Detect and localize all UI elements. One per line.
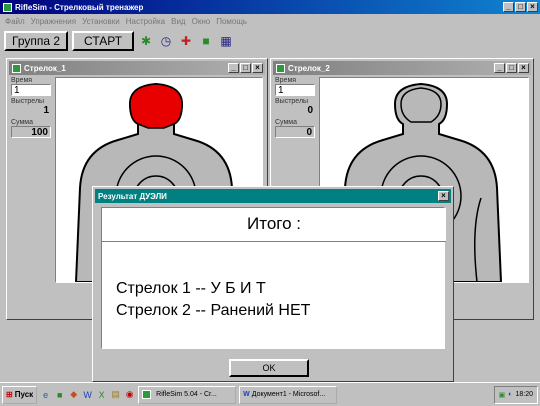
app-icon bbox=[142, 390, 152, 399]
time-field[interactable]: 1 bbox=[11, 84, 51, 96]
menu-help[interactable]: Помощь bbox=[216, 17, 247, 26]
window-icon bbox=[12, 63, 21, 73]
windows-logo-icon: ⊞ bbox=[6, 390, 13, 399]
group-button[interactable]: Группа 2 bbox=[4, 31, 69, 51]
menu-settings[interactable]: Установки bbox=[82, 17, 120, 26]
time-label: Время bbox=[11, 77, 33, 84]
duel-result-dialog: Результат ДУЭЛИ × Итого : Стрелок 1 -- У… bbox=[92, 186, 454, 382]
dialog-heading: Итого : bbox=[102, 208, 446, 242]
hit-zone-head bbox=[129, 83, 183, 129]
system-tray: ▣ ◐ 18:20 bbox=[493, 385, 538, 404]
task-word-label: Документ1 - Microsof... bbox=[251, 391, 326, 398]
dialog-title: Результат ДУЭЛИ bbox=[98, 191, 167, 201]
start-menu-button[interactable]: ⊞ Пуск bbox=[2, 385, 38, 404]
minimize-button[interactable]: _ bbox=[228, 63, 239, 73]
shooter1-title: Стрелок_1 bbox=[24, 63, 66, 73]
maximize-button[interactable]: □ bbox=[515, 2, 526, 12]
dialog-controls: × bbox=[437, 191, 449, 201]
time-field[interactable]: 1 bbox=[275, 84, 315, 96]
target-icon[interactable]: ✚ bbox=[178, 33, 194, 49]
sum-label: Сумма bbox=[11, 119, 33, 126]
calendar-icon[interactable]: ▦ bbox=[218, 33, 234, 49]
shooter-icon[interactable]: ✱ bbox=[138, 33, 154, 49]
outlook-icon[interactable]: ◆ bbox=[68, 389, 79, 400]
task-riflesim-label: RifleSim 5.04 - Cr... bbox=[156, 391, 217, 398]
minimize-button[interactable]: _ bbox=[494, 63, 505, 73]
shots-label: Выстрелы bbox=[275, 98, 309, 105]
close-button[interactable]: × bbox=[527, 2, 538, 12]
clock: 18:20 bbox=[515, 391, 533, 398]
menu-view[interactable]: Вид bbox=[171, 17, 185, 26]
app-icon bbox=[3, 2, 12, 12]
app-shortcut-icon[interactable]: ◉ bbox=[124, 389, 135, 400]
sum-value: 0 bbox=[275, 126, 315, 138]
word-icon[interactable]: W bbox=[82, 389, 93, 400]
shooter1-titlebar: Стрелок_1 _ □ × bbox=[9, 61, 265, 75]
sum-value: 100 bbox=[11, 126, 51, 138]
taskbar: ⊞ Пуск e ■ ◆ W X ▤ ◉ RifleSim 5.04 - Cr.… bbox=[0, 382, 540, 406]
sum-label: Сумма bbox=[275, 119, 297, 126]
shots-value: 1 bbox=[11, 105, 51, 117]
shooter2-controls: _ □ × bbox=[493, 63, 529, 73]
menu-config[interactable]: Настройка bbox=[126, 17, 165, 26]
start-label: Пуск bbox=[14, 390, 34, 399]
task-word-document[interactable]: W Документ1 - Microsof... bbox=[239, 385, 338, 404]
dialog-body: Итого : Стрелок 1 -- У Б И Т Стрелок 2 -… bbox=[101, 207, 446, 349]
volume-icon[interactable]: ◐ bbox=[508, 391, 512, 398]
shooter2-stats: Время 1 Выстрелы 0 Сумма 0 bbox=[275, 77, 315, 140]
ok-button[interactable]: OK bbox=[229, 359, 309, 377]
close-button[interactable]: × bbox=[438, 191, 449, 201]
menu-exercises[interactable]: Упражнения bbox=[31, 17, 76, 26]
toolbar: Группа 2 СТАРТ ✱ ◷ ✚ ■ ▦ bbox=[0, 28, 540, 54]
excel-icon[interactable]: X bbox=[96, 389, 107, 400]
shots-value: 0 bbox=[275, 105, 315, 117]
menu-file[interactable]: Файл bbox=[5, 17, 25, 26]
close-button[interactable]: × bbox=[518, 63, 529, 73]
dialog-titlebar: Результат ДУЭЛИ × bbox=[95, 189, 451, 203]
ie-icon[interactable]: e bbox=[40, 389, 51, 400]
task-riflesim[interactable]: RifleSim 5.04 - Cr... bbox=[138, 385, 237, 404]
minimize-button[interactable]: _ bbox=[503, 2, 514, 12]
desktop-icon[interactable]: ■ bbox=[54, 389, 65, 400]
explorer-icon[interactable]: ▤ bbox=[110, 389, 121, 400]
window-icon bbox=[276, 63, 285, 73]
result-shooter1: Стрелок 1 -- У Б И Т bbox=[116, 280, 266, 297]
time-label: Время bbox=[275, 77, 297, 84]
timer-icon[interactable]: ◷ bbox=[158, 33, 174, 49]
menu-bar: Файл Упражнения Установки Настройка Вид … bbox=[0, 15, 540, 27]
shots-label: Выстрелы bbox=[11, 98, 45, 105]
app-titlebar: RifleSim - Стрелковый тренажер _ □ × bbox=[0, 0, 540, 14]
menu-window[interactable]: Окно bbox=[192, 17, 211, 26]
window-controls: _ □ × bbox=[502, 2, 538, 12]
close-button[interactable]: × bbox=[252, 63, 263, 73]
network-icon[interactable]: ▣ bbox=[499, 391, 506, 399]
maximize-button[interactable]: □ bbox=[240, 63, 251, 73]
shooter1-stats: Время 1 Выстрелы 1 Сумма 100 bbox=[11, 77, 51, 140]
word-doc-icon: W bbox=[243, 391, 250, 398]
start-button[interactable]: СТАРТ bbox=[72, 31, 135, 51]
maximize-button[interactable]: □ bbox=[506, 63, 517, 73]
shooter1-controls: _ □ × bbox=[227, 63, 263, 73]
bag-icon[interactable]: ■ bbox=[198, 33, 214, 49]
shooter2-title: Стрелок_2 bbox=[288, 63, 330, 73]
app-title: RifleSim - Стрелковый тренажер bbox=[15, 2, 144, 12]
result-shooter2: Стрелок 2 -- Ранений НЕТ bbox=[116, 302, 311, 319]
shooter2-titlebar: Стрелок_2 _ □ × bbox=[273, 61, 531, 75]
